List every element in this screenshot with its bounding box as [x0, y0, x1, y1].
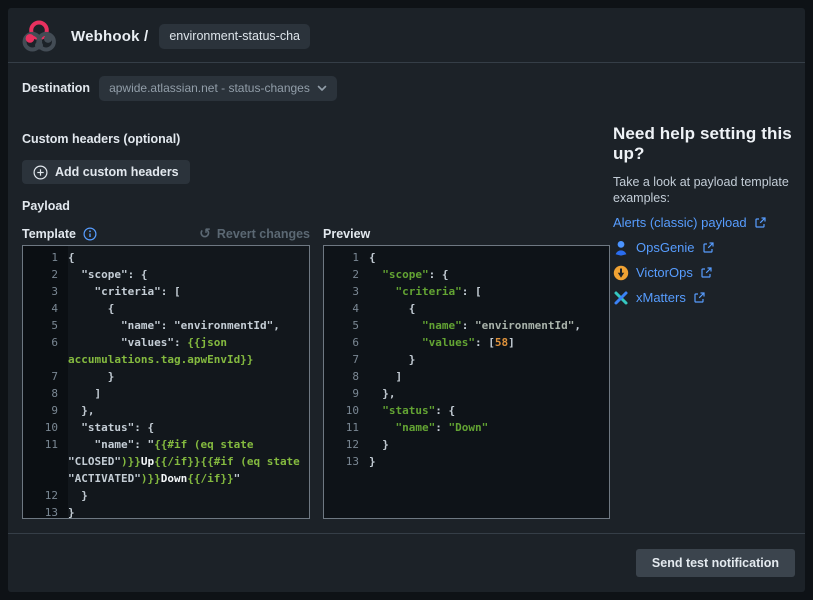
victorops-icon	[613, 265, 629, 281]
template-label: Template	[22, 227, 76, 241]
plus-circle-icon	[33, 165, 48, 180]
code-line: 6 "values": [58]	[324, 334, 609, 351]
add-custom-headers-label: Add custom headers	[55, 165, 179, 179]
code-line: 9 },	[23, 402, 309, 419]
destination-label: Destination	[22, 81, 90, 95]
xmatters-icon	[613, 290, 629, 306]
xmatters-link-label: xMatters	[636, 290, 686, 305]
line-number: 9	[23, 402, 68, 419]
code-line: 10 "status": {	[23, 419, 309, 436]
code-line: 5 "name": "environmentId",	[324, 317, 609, 334]
info-icon[interactable]	[83, 227, 97, 241]
line-number: 11	[23, 436, 68, 453]
code-line: 6 "values": {{json accumulations.tag.apw…	[23, 334, 309, 368]
destination-select[interactable]: apwide.atlassian.net - status-changes	[99, 76, 337, 101]
line-number: 2	[23, 266, 68, 283]
code-line: 12 }	[23, 487, 309, 504]
external-link-icon	[702, 241, 715, 254]
add-custom-headers-button[interactable]: Add custom headers	[22, 160, 190, 184]
code-line: 12 }	[324, 436, 609, 453]
revert-changes-label: Revert changes	[217, 227, 310, 241]
code-line: 5 "name": "environmentId",	[23, 317, 309, 334]
external-link-icon	[754, 216, 767, 229]
line-number: 3	[23, 283, 68, 300]
code-line: 1{	[324, 249, 609, 266]
custom-headers-label: Custom headers (optional)	[22, 132, 180, 146]
help-intro: Take a look at payload template examples…	[613, 174, 801, 206]
line-number: 10	[324, 402, 369, 419]
page-title: Webhook /	[71, 28, 148, 45]
alerts-payload-link-label: Alerts (classic) payload	[613, 215, 747, 230]
line-number: 13	[324, 453, 369, 470]
webhook-name-input[interactable]: environment-status-cha	[159, 24, 310, 49]
line-number: 11	[324, 419, 369, 436]
destination-row: Destination apwide.atlassian.net - statu…	[22, 75, 337, 101]
victorops-link-label: VictorOps	[636, 265, 693, 280]
send-test-notification-button[interactable]: Send test notification	[636, 549, 795, 577]
header-divider	[8, 62, 805, 63]
line-number: 6	[324, 334, 369, 351]
code-line: 13}	[23, 504, 309, 519]
line-number: 6	[23, 334, 68, 351]
code-line: 11 "name": "{{#if (eq state "CLOSED")}}U…	[23, 436, 309, 487]
line-number: 10	[23, 419, 68, 436]
line-number: 8	[23, 385, 68, 402]
code-line: 4 {	[324, 300, 609, 317]
external-link-icon	[693, 291, 706, 304]
template-editor[interactable]: 1{2 "scope": {3 "criteria": [4 {5 "name"…	[22, 245, 310, 519]
line-number: 1	[23, 249, 68, 266]
external-link-icon	[700, 266, 713, 279]
line-number: 5	[324, 317, 369, 334]
preview-label: Preview	[323, 227, 370, 241]
code-line: 2 "scope": {	[23, 266, 309, 283]
code-line: 3 "criteria": [	[23, 283, 309, 300]
chevron-down-icon	[317, 85, 327, 92]
link-xmatters[interactable]: xMatters	[613, 285, 801, 310]
line-number: 12	[23, 487, 68, 504]
webhook-dialog: Webhook / environment-status-cha Destina…	[8, 8, 805, 592]
line-number: 5	[23, 317, 68, 334]
line-number: 4	[23, 300, 68, 317]
code-line: 2 "scope": {	[324, 266, 609, 283]
code-line: 7 }	[23, 368, 309, 385]
code-line: 8 ]	[324, 368, 609, 385]
undo-icon: ↺	[199, 227, 211, 241]
line-number: 8	[324, 368, 369, 385]
help-panel: Need help setting this up? Take a look a…	[613, 124, 801, 310]
preview-editor[interactable]: 1{2 "scope": {3 "criteria": [4 {5 "name"…	[323, 245, 610, 519]
webhook-logo-icon	[20, 17, 58, 55]
webhook-config-screen: Webhook / environment-status-cha Destina…	[0, 0, 813, 600]
footer-divider	[8, 533, 805, 534]
help-title: Need help setting this up?	[613, 124, 801, 164]
line-number: 1	[324, 249, 369, 266]
revert-changes-button[interactable]: ↺ Revert changes	[199, 227, 310, 241]
opsgenie-link-label: OpsGenie	[636, 240, 695, 255]
line-number: 3	[324, 283, 369, 300]
link-opsgenie[interactable]: OpsGenie	[613, 235, 801, 260]
line-number: 4	[324, 300, 369, 317]
template-header-row: Template ↺ Revert changes	[22, 227, 310, 241]
line-number: 2	[324, 266, 369, 283]
line-number: 7	[23, 368, 68, 385]
link-alerts-payload[interactable]: Alerts (classic) payload	[613, 210, 801, 235]
line-number: 7	[324, 351, 369, 368]
line-number: 13	[23, 504, 68, 519]
code-line: 4 {	[23, 300, 309, 317]
code-line: 10 "status": {	[324, 402, 609, 419]
code-line: 1{	[23, 249, 309, 266]
code-line: 11 "name": "Down"	[324, 419, 609, 436]
line-number: 12	[324, 436, 369, 453]
dialog-header: Webhook / environment-status-cha	[20, 16, 310, 56]
line-number: 9	[324, 385, 369, 402]
link-victorops[interactable]: VictorOps	[613, 260, 801, 285]
opsgenie-icon	[613, 240, 629, 256]
code-line: 9 },	[324, 385, 609, 402]
code-line: 7 }	[324, 351, 609, 368]
code-line: 3 "criteria": [	[324, 283, 609, 300]
payload-label: Payload	[22, 199, 70, 213]
code-line: 13}	[324, 453, 609, 470]
code-line: 8 ]	[23, 385, 309, 402]
destination-value: apwide.atlassian.net - status-changes	[109, 81, 310, 95]
